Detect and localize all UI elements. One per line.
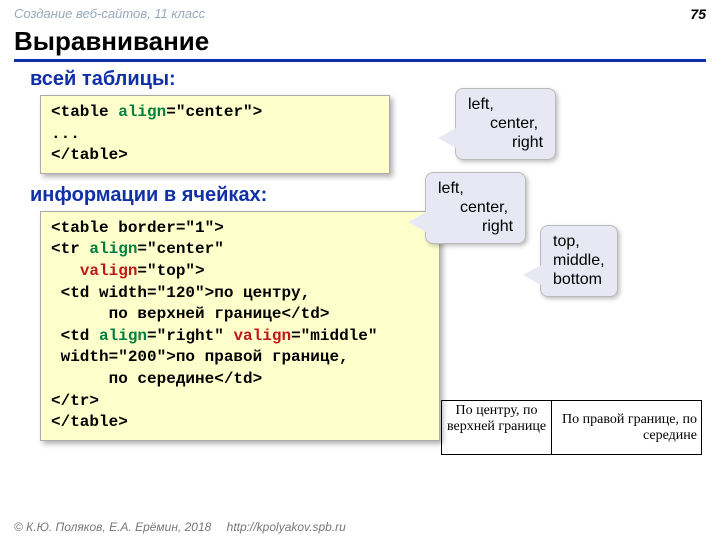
copyright: © К.Ю. Поляков, Е.А. Ерёмин, 2018 xyxy=(14,520,211,534)
callout-tail-icon xyxy=(523,265,541,285)
callout-tail-icon xyxy=(438,128,456,148)
section-table: всей таблицы: xyxy=(30,68,720,91)
callout-align-cell: left, center, right xyxy=(425,172,526,244)
code-block-cells: <table border="1"> <tr align="center" va… xyxy=(40,211,440,441)
page-number: 75 xyxy=(690,6,706,22)
demo-table: По центру, по верхней границе По правой … xyxy=(441,400,702,455)
course-name: Создание веб-сайтов, 11 класс xyxy=(14,6,205,22)
footer-link[interactable]: http://kpolyakov.spb.ru xyxy=(227,520,346,534)
demo-cell-2: По правой границе, по середине xyxy=(552,401,702,455)
callout-tail-icon xyxy=(408,212,426,232)
callout-align-table: left, center, right xyxy=(455,88,556,160)
table-row: По центру, по верхней границе По правой … xyxy=(442,401,702,455)
code-block-table: <table align="center"> ... </table> xyxy=(40,95,390,174)
page-title: Выравнивание xyxy=(14,26,706,62)
section-cells: информации в ячейках: xyxy=(30,184,720,207)
footer: © К.Ю. Поляков, Е.А. Ерёмин, 2018 http:/… xyxy=(14,520,346,534)
callout-valign: top, middle, bottom xyxy=(540,225,618,297)
header-bar: Создание веб-сайтов, 11 класс 75 xyxy=(0,0,720,24)
demo-cell-1: По центру, по верхней границе xyxy=(442,401,552,455)
